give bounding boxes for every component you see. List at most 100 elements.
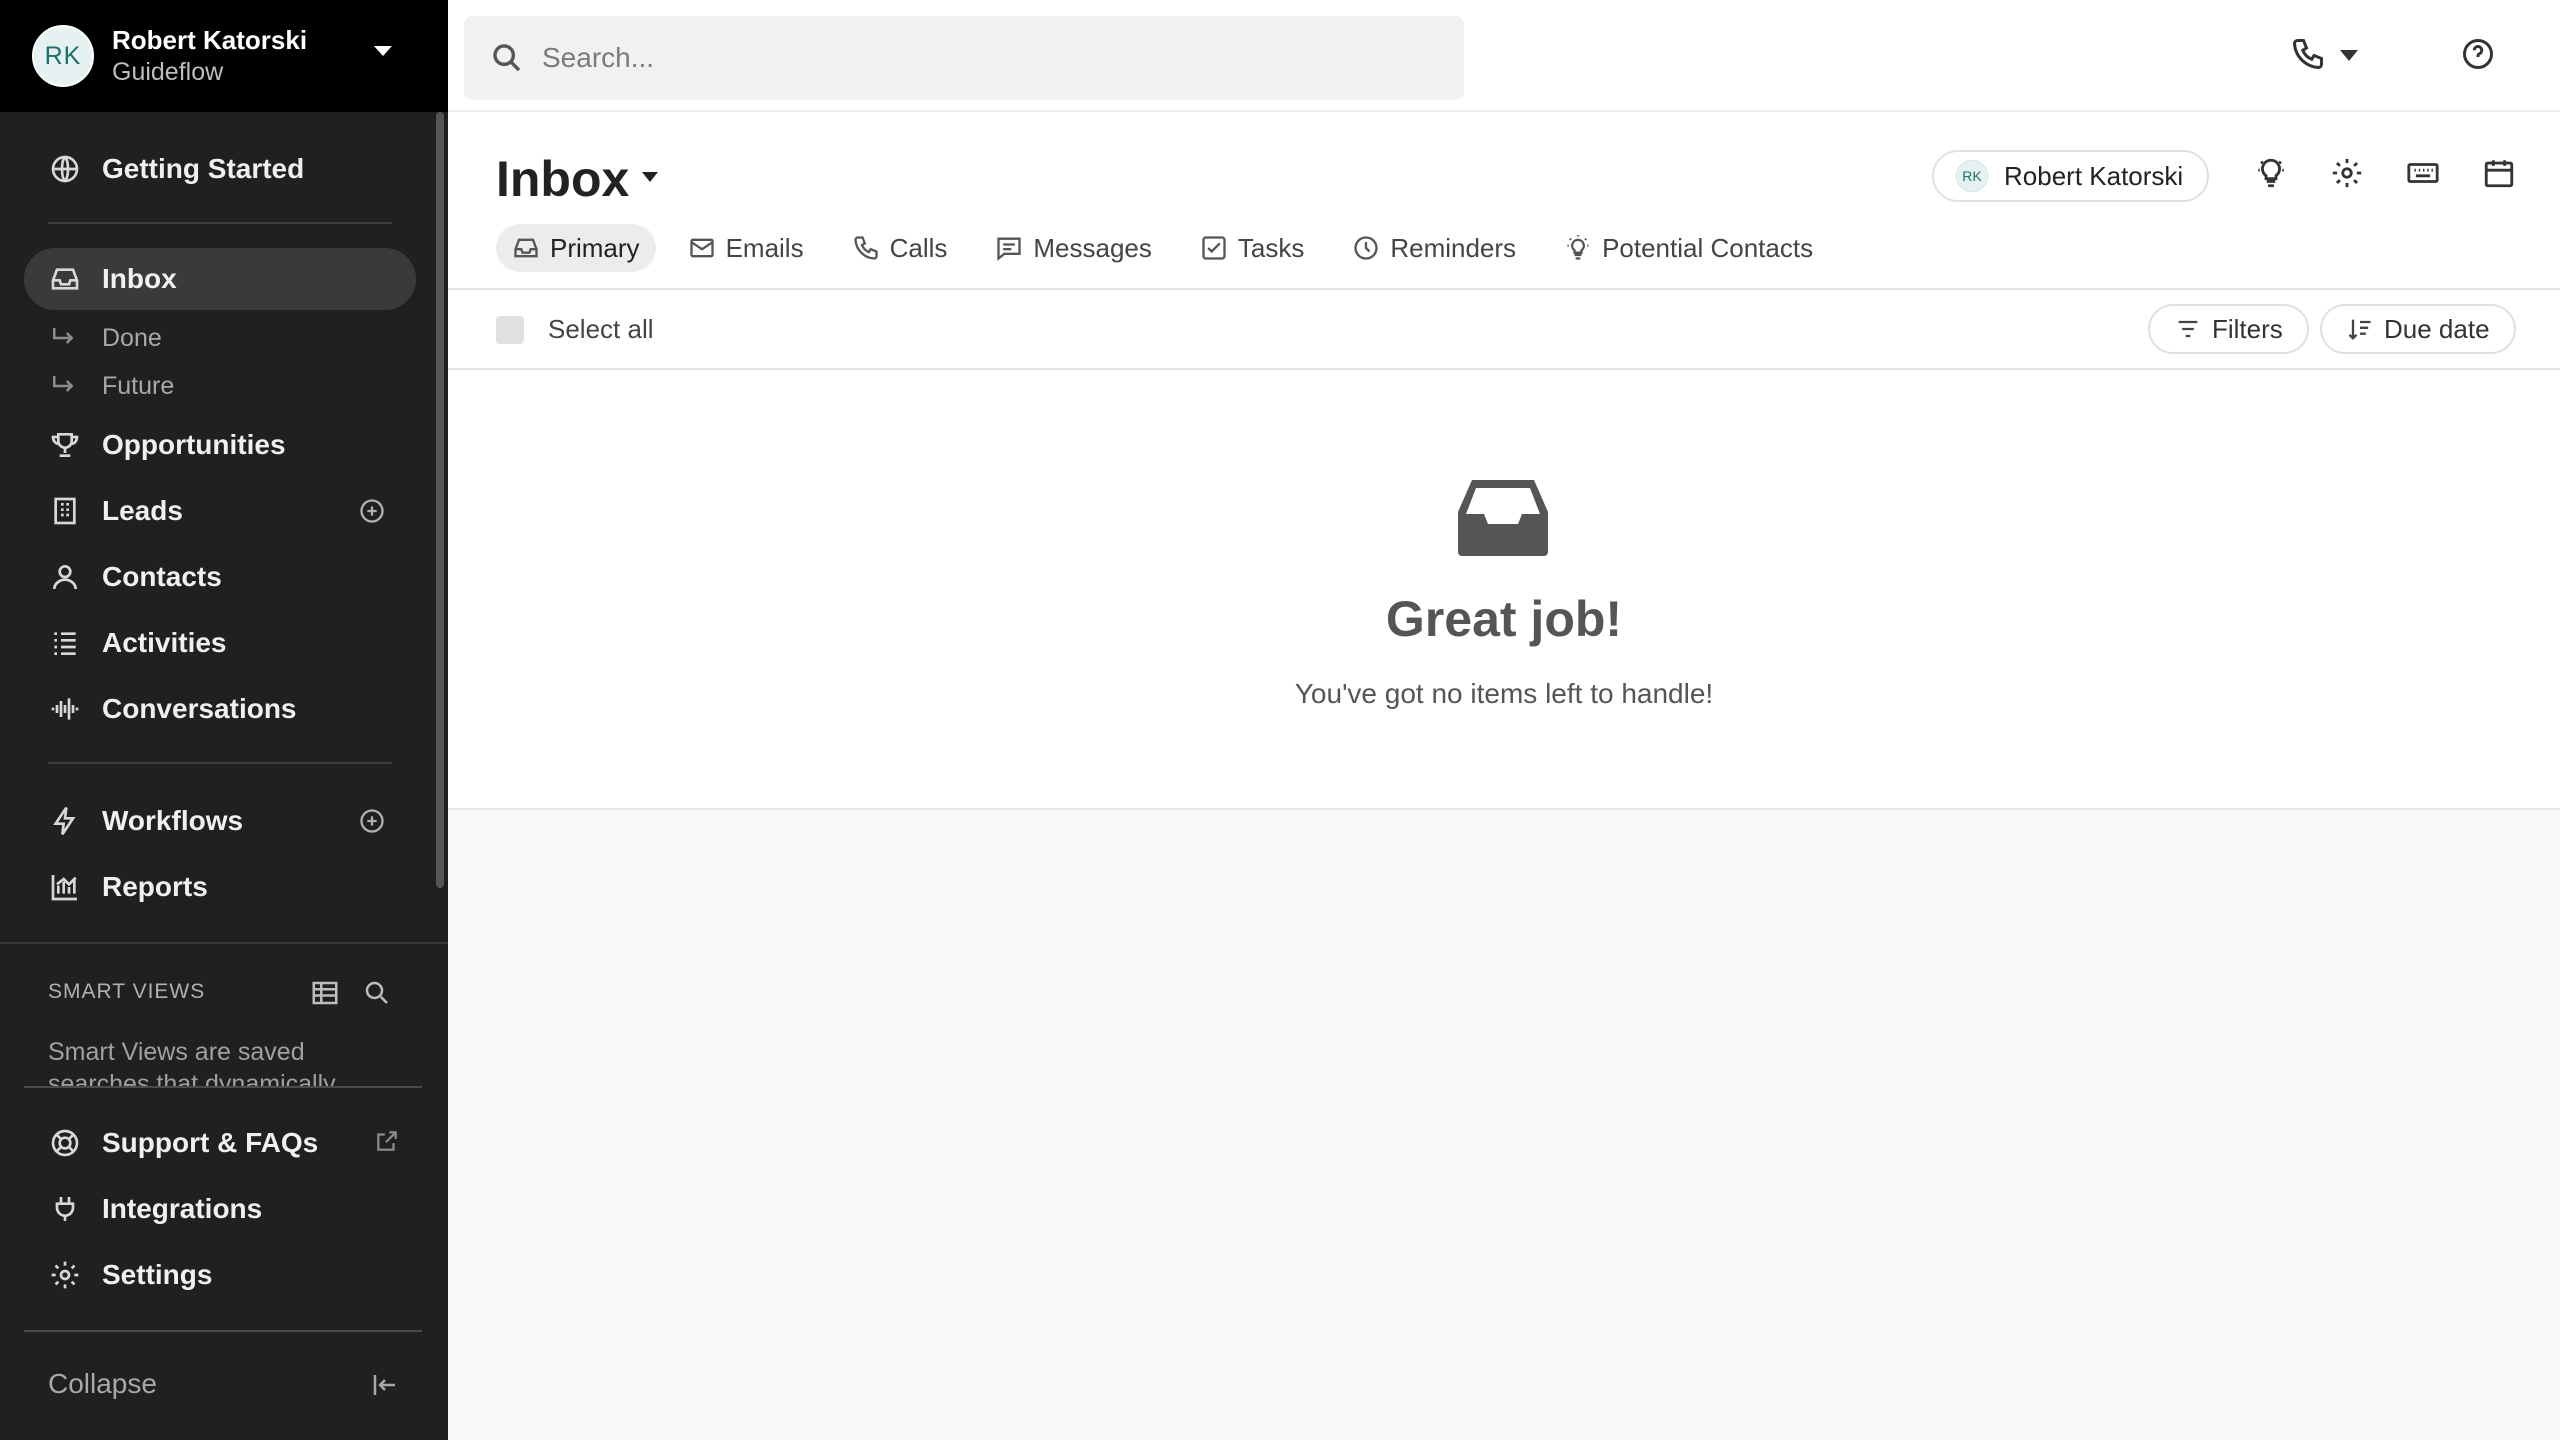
sidebar-item-label: Integrations bbox=[102, 1193, 263, 1224]
select-all-label[interactable]: Select all bbox=[548, 314, 654, 345]
search-icon[interactable] bbox=[362, 978, 392, 1008]
smart-views-description: Smart Views are saved searches that dyna… bbox=[48, 1038, 336, 1088]
sidebar-item-leads[interactable]: Leads bbox=[24, 480, 416, 542]
sidebar-item-settings[interactable]: Settings bbox=[24, 1244, 416, 1306]
table-icon[interactable] bbox=[310, 978, 340, 1008]
search-bar[interactable] bbox=[464, 16, 1464, 100]
list-toolbar: Select all Filters Due date bbox=[448, 290, 2560, 370]
return-arrow-icon bbox=[53, 328, 74, 344]
sidebar-scrollbar[interactable] bbox=[436, 112, 444, 888]
search-icon bbox=[493, 44, 521, 72]
tab-messages[interactable]: Messages bbox=[979, 224, 1168, 272]
collapse-button[interactable]: Collapse bbox=[48, 1368, 157, 1400]
collapse-icon[interactable] bbox=[370, 1370, 400, 1400]
user-filter-button[interactable]: RK Robert Katorski bbox=[1932, 150, 2210, 202]
page-title[interactable]: Inbox bbox=[496, 150, 629, 208]
divider bbox=[24, 1086, 422, 1088]
add-lead-icon[interactable] bbox=[358, 497, 386, 525]
tab-label: Messages bbox=[1033, 232, 1152, 263]
calendar-icon[interactable] bbox=[2482, 156, 2520, 194]
divider bbox=[0, 942, 448, 944]
avatar: RK bbox=[1956, 160, 1988, 192]
tab-reminders[interactable]: Reminders bbox=[1336, 224, 1532, 272]
tab-emails[interactable]: Emails bbox=[672, 224, 820, 272]
sidebar-item-label: Contacts bbox=[102, 561, 222, 592]
chevron-down-icon[interactable] bbox=[2340, 50, 2358, 61]
account-org: Guideflow bbox=[112, 57, 224, 86]
sidebar-item-contacts[interactable]: Contacts bbox=[24, 546, 416, 608]
building-icon bbox=[48, 494, 82, 528]
smart-views-title: SMART VIEWS bbox=[48, 980, 206, 1003]
inbox-icon bbox=[514, 238, 538, 258]
select-all-checkbox[interactable] bbox=[496, 316, 524, 344]
add-workflow-icon[interactable] bbox=[358, 807, 386, 835]
account-name: Robert Katorski bbox=[112, 25, 308, 56]
sidebar-item-workflows[interactable]: Workflows bbox=[24, 790, 416, 852]
tab-primary[interactable]: Primary bbox=[496, 224, 656, 272]
sidebar-item-integrations[interactable]: Integrations bbox=[24, 1178, 416, 1240]
sidebar-item-label: Done bbox=[102, 323, 162, 352]
tab-calls[interactable]: Calls bbox=[836, 224, 964, 272]
sidebar-item-label: Getting Started bbox=[102, 153, 305, 184]
inbox-icon bbox=[48, 262, 82, 296]
user-icon bbox=[48, 560, 82, 594]
divider bbox=[48, 222, 392, 224]
sidebar-item-conversations[interactable]: Conversations bbox=[24, 678, 416, 740]
filters-button[interactable]: Filters bbox=[2148, 304, 2309, 354]
tab-tasks[interactable]: Tasks bbox=[1184, 224, 1320, 272]
lifebuoy-icon bbox=[48, 1126, 82, 1160]
sidebar-item-label: Opportunities bbox=[102, 429, 286, 460]
empty-state-title: Great job! bbox=[1385, 591, 1623, 647]
sidebar-item-future[interactable]: Future bbox=[48, 366, 174, 406]
tab-label: Primary bbox=[550, 232, 640, 263]
filters-label: Filters bbox=[2212, 313, 2283, 344]
chevron-down-icon[interactable] bbox=[374, 46, 392, 56]
plug-icon bbox=[48, 1192, 82, 1226]
sidebar-item-reports[interactable]: Reports bbox=[24, 856, 416, 918]
chart-icon bbox=[48, 870, 82, 904]
phone-icon[interactable] bbox=[2290, 36, 2330, 76]
sidebar-item-label: Inbox bbox=[102, 263, 177, 294]
filter-icon bbox=[2178, 320, 2198, 338]
gear-icon bbox=[48, 1258, 82, 1292]
clock-icon bbox=[1354, 236, 1379, 260]
inbox-tray-icon bbox=[1458, 476, 1548, 556]
sidebar: RK Robert Katorski Guideflow Getting Sta… bbox=[0, 0, 448, 1440]
sidebar-item-label: Reports bbox=[102, 871, 208, 902]
sidebar-item-label: Settings bbox=[102, 1259, 213, 1290]
empty-state: Great job! You've got no items left to h… bbox=[448, 370, 2560, 810]
message-icon bbox=[997, 237, 1022, 261]
tab-potential-contacts[interactable]: Potential Contacts bbox=[1548, 224, 1829, 272]
help-icon[interactable] bbox=[2460, 36, 2500, 76]
divider bbox=[24, 1330, 422, 1332]
inbox-tabs: Primary Emails Calls Messages Tasks Remi… bbox=[496, 224, 1845, 272]
sidebar-item-label: Leads bbox=[102, 495, 183, 526]
keyboard-icon[interactable] bbox=[2406, 156, 2444, 194]
mail-icon bbox=[689, 238, 714, 258]
chevron-down-icon[interactable] bbox=[642, 172, 658, 182]
app-window: RK Robert Katorski Guideflow Getting Sta… bbox=[0, 0, 2560, 1440]
sidebar-item-opportunities[interactable]: Opportunities bbox=[24, 414, 416, 476]
bolt-icon bbox=[48, 804, 82, 838]
sidebar-item-support[interactable]: Support & FAQs bbox=[24, 1112, 416, 1174]
sidebar-item-inbox[interactable]: Inbox bbox=[24, 248, 416, 310]
checkbox-icon bbox=[1202, 236, 1226, 260]
tab-label: Reminders bbox=[1390, 232, 1517, 263]
sidebar-item-done[interactable]: Done bbox=[48, 318, 162, 358]
lightbulb-icon[interactable] bbox=[2254, 156, 2292, 194]
return-arrow-icon bbox=[53, 376, 74, 392]
tab-label: Potential Contacts bbox=[1602, 232, 1814, 263]
sort-button[interactable]: Due date bbox=[2320, 304, 2516, 354]
empty-state-subtitle: You've got no items left to handle! bbox=[1294, 678, 1714, 709]
divider bbox=[48, 762, 392, 764]
sidebar-item-getting-started[interactable]: Getting Started bbox=[24, 138, 416, 200]
globe-icon bbox=[48, 152, 82, 186]
sidebar-item-label: Workflows bbox=[102, 805, 244, 836]
account-switcher[interactable]: RK Robert Katorski Guideflow bbox=[0, 0, 448, 112]
sidebar-item-label: Conversations bbox=[102, 693, 297, 724]
sort-label: Due date bbox=[2384, 313, 2490, 344]
gear-icon[interactable] bbox=[2330, 156, 2368, 194]
sidebar-item-activities[interactable]: Activities bbox=[24, 612, 416, 674]
search-input[interactable] bbox=[542, 42, 1442, 74]
trophy-icon bbox=[48, 428, 82, 462]
